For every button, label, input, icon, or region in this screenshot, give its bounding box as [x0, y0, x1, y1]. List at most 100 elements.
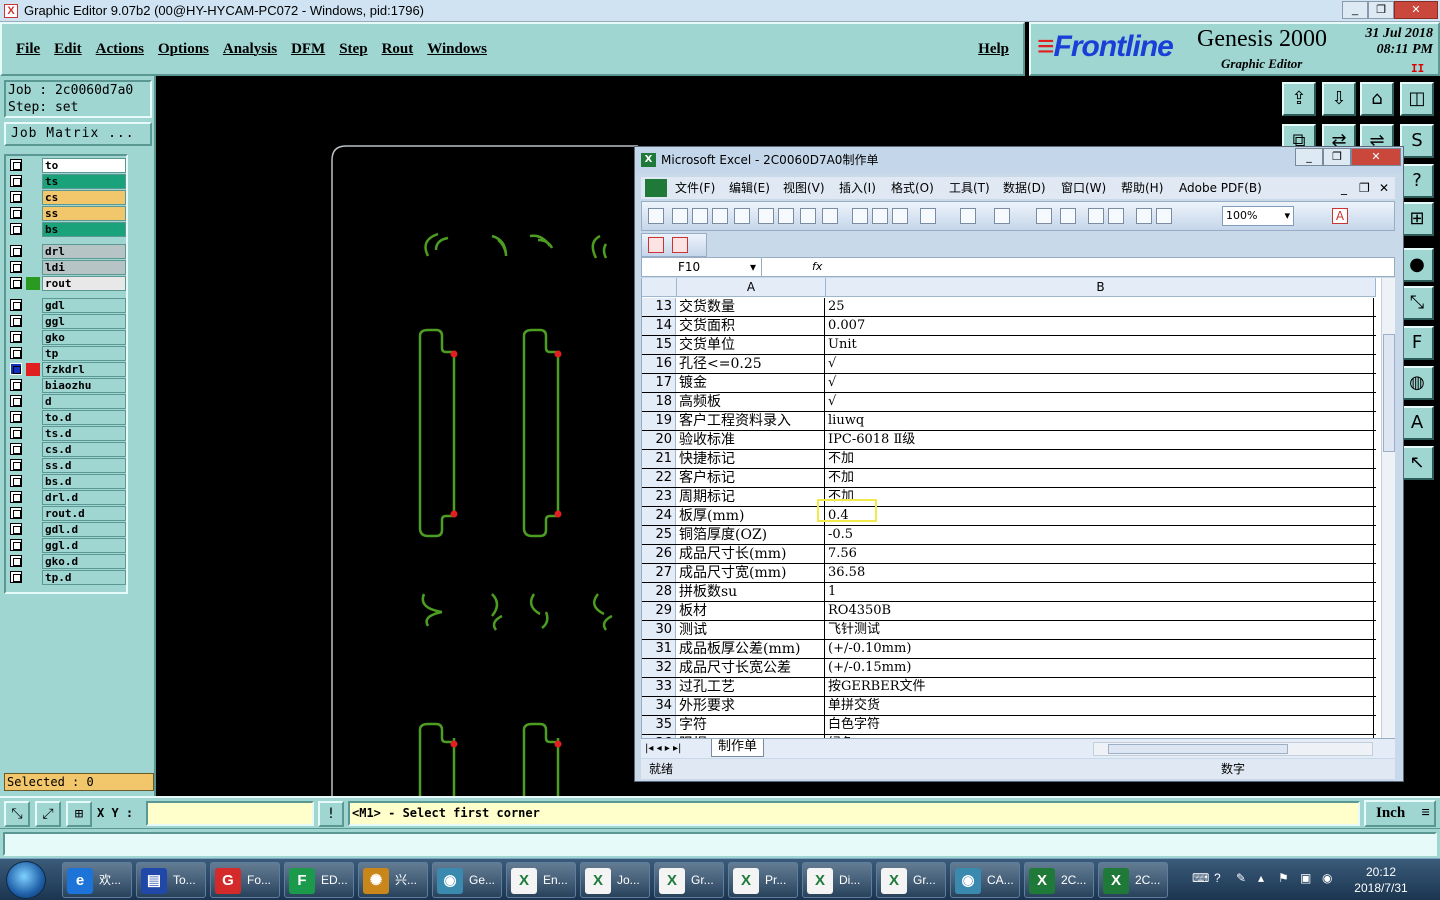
- grid-icon[interactable]: ⊞: [66, 801, 92, 827]
- layer-checkbox[interactable]: [10, 159, 22, 171]
- layer-row-rout[interactable]: rout: [8, 276, 126, 291]
- table-row[interactable]: 20 验收标准 IPC-6018 Ⅱ级: [642, 431, 1376, 450]
- row-number[interactable]: 25: [642, 526, 676, 544]
- taskbar-item[interactable]: ✺ 兴...: [358, 862, 428, 898]
- menu-windows[interactable]: Windows: [427, 41, 487, 58]
- table-row[interactable]: 15 交货单位 Unit: [642, 336, 1376, 355]
- layer-row-biaozhu[interactable]: biaozhu: [8, 378, 126, 393]
- hyperlink-icon[interactable]: [1036, 208, 1052, 224]
- new-icon[interactable]: [648, 208, 664, 224]
- upload-icon[interactable]: ⇪: [1282, 82, 1316, 116]
- menu-file[interactable]: File: [16, 41, 40, 58]
- taskbar-item[interactable]: e 欢...: [62, 862, 132, 898]
- menu-rout[interactable]: Rout: [382, 41, 414, 58]
- permission-icon[interactable]: [712, 208, 728, 224]
- download-icon[interactable]: ⇩: [1322, 82, 1356, 116]
- table-row[interactable]: 26 成品尺寸长(mm) 7.56: [642, 545, 1376, 564]
- vertical-scrollbar[interactable]: [1381, 278, 1395, 738]
- menu-step[interactable]: Step: [339, 41, 367, 58]
- layer-row-cs[interactable]: cs: [8, 190, 126, 205]
- table-row[interactable]: 24 板厚(mm) 0.4: [642, 507, 1376, 526]
- taskbar-clock[interactable]: 20:12 2018/7/31: [1346, 864, 1416, 896]
- cell-b[interactable]: 36.58: [826, 564, 1374, 582]
- table-row[interactable]: 23 周期标记 不加: [642, 488, 1376, 507]
- row-number[interactable]: 16: [642, 355, 676, 373]
- excel-menu-window[interactable]: 窗口(W): [1061, 177, 1106, 199]
- print-preview-x-icon[interactable]: [734, 208, 750, 224]
- tab-nav-icons[interactable]: |◂ ◂ ▸ ▸|: [645, 739, 681, 759]
- layer-checkbox[interactable]: [10, 475, 22, 487]
- cell-b[interactable]: 1: [826, 583, 1374, 601]
- layer-row-d[interactable]: d: [8, 394, 126, 409]
- table-row[interactable]: 19 客户工程资料录入 liuwq: [642, 412, 1376, 431]
- layer-checkbox[interactable]: [10, 245, 22, 257]
- cell-b[interactable]: 0.007: [826, 317, 1374, 335]
- print-icon[interactable]: [758, 208, 774, 224]
- layer-row-gko[interactable]: gko: [8, 330, 126, 345]
- alert-icon[interactable]: !: [318, 801, 344, 827]
- preview-icon[interactable]: [778, 208, 794, 224]
- scroll-thumb[interactable]: [1383, 334, 1395, 452]
- cell-a[interactable]: 字符: [677, 716, 825, 734]
- table-row[interactable]: 21 快捷标记 不加: [642, 450, 1376, 469]
- cell-b[interactable]: √: [826, 355, 1374, 373]
- layer-row-ggl-d[interactable]: ggl.d: [8, 538, 126, 553]
- cell-b[interactable]: 单拼交货: [826, 697, 1374, 715]
- undo-icon[interactable]: [960, 208, 976, 224]
- cell-a[interactable]: 成品板厚公差(mm): [677, 640, 825, 658]
- excel-restore-button[interactable]: ❐: [1323, 148, 1351, 166]
- select-pointer-icon[interactable]: ↖: [1400, 446, 1434, 480]
- layer-row-ss[interactable]: ss: [8, 206, 126, 221]
- cell-a[interactable]: 板厚(mm): [677, 507, 825, 525]
- excel-menu-data[interactable]: 数据(D): [1003, 177, 1046, 199]
- table-row[interactable]: 33 过孔工艺 按GERBER文件: [642, 678, 1376, 697]
- cell-b[interactable]: (+/-0.15mm): [826, 659, 1374, 677]
- spreadsheet-grid[interactable]: A B 13 交货数量 25 14 交货面积 0.007 15 交货单位 Unit 16 孔径<=0…: [641, 278, 1381, 738]
- excel-menu-insert[interactable]: 插入(I): [839, 177, 876, 199]
- cell-a[interactable]: 过孔工艺: [677, 678, 825, 696]
- pause-icon[interactable]: II: [1411, 62, 1424, 75]
- row-number[interactable]: 24: [642, 507, 676, 525]
- row-number[interactable]: 35: [642, 716, 676, 734]
- menu-actions[interactable]: Actions: [96, 41, 144, 58]
- horizontal-scrollbar[interactable]: [1093, 742, 1373, 756]
- cell-b[interactable]: Unit: [826, 336, 1374, 354]
- layer-checkbox[interactable]: [10, 571, 22, 583]
- layer-checkbox[interactable]: [10, 395, 22, 407]
- row-number[interactable]: 14: [642, 317, 676, 335]
- table-row[interactable]: 30 测试 飞针测试: [642, 621, 1376, 640]
- cell-b[interactable]: (+/-0.10mm): [826, 640, 1374, 658]
- zoom-area-icon[interactable]: ⤡: [4, 801, 30, 827]
- taskbar-item[interactable]: X En...: [506, 862, 576, 898]
- hscroll-thumb[interactable]: [1108, 744, 1288, 754]
- table-row[interactable]: 17 镀金 √: [642, 374, 1376, 393]
- layer-checkbox[interactable]: [10, 175, 22, 187]
- cell-b[interactable]: liuwq: [826, 412, 1374, 430]
- layer-checkbox[interactable]: [10, 299, 22, 311]
- cell-a[interactable]: 外形要求: [677, 697, 825, 715]
- cell-a[interactable]: 铜箔厚度(OZ): [677, 526, 825, 544]
- layer-row-ldi[interactable]: ldi: [8, 260, 126, 275]
- layer-checkbox[interactable]: [10, 261, 22, 273]
- excel-menu-help[interactable]: 帮助(H): [1121, 177, 1163, 199]
- table-row[interactable]: 29 板材 RO4350B: [642, 602, 1376, 621]
- font-icon[interactable]: F: [1400, 326, 1434, 360]
- layer-row-ss-d[interactable]: ss.d: [8, 458, 126, 473]
- pad-icon[interactable]: ●: [1400, 248, 1434, 282]
- layer-row-rout-d[interactable]: rout.d: [8, 506, 126, 521]
- cell-b[interactable]: √: [826, 374, 1374, 392]
- excel-menu-adobe-pdf[interactable]: Adobe PDF(B): [1179, 177, 1262, 199]
- excel-doc-restore-icon[interactable]: ❐: [1359, 177, 1370, 199]
- menu-analysis[interactable]: Analysis: [223, 41, 277, 58]
- network-icon[interactable]: ▣: [1300, 871, 1311, 885]
- excel-menu-file[interactable]: 文件(F): [675, 177, 715, 199]
- layer-checkbox[interactable]: [10, 347, 22, 359]
- taskbar-item[interactable]: X 2C...: [1098, 862, 1168, 898]
- layer-row-ts[interactable]: ts: [8, 174, 126, 189]
- fx-icon[interactable]: fx: [812, 258, 822, 276]
- shapes-icon[interactable]: ◍: [1400, 366, 1434, 400]
- layer-checkbox[interactable]: [10, 539, 22, 551]
- flag-icon[interactable]: ⚑: [1278, 871, 1289, 885]
- cut-icon[interactable]: [852, 208, 868, 224]
- excel-doc-minimize-icon[interactable]: _: [1341, 177, 1347, 199]
